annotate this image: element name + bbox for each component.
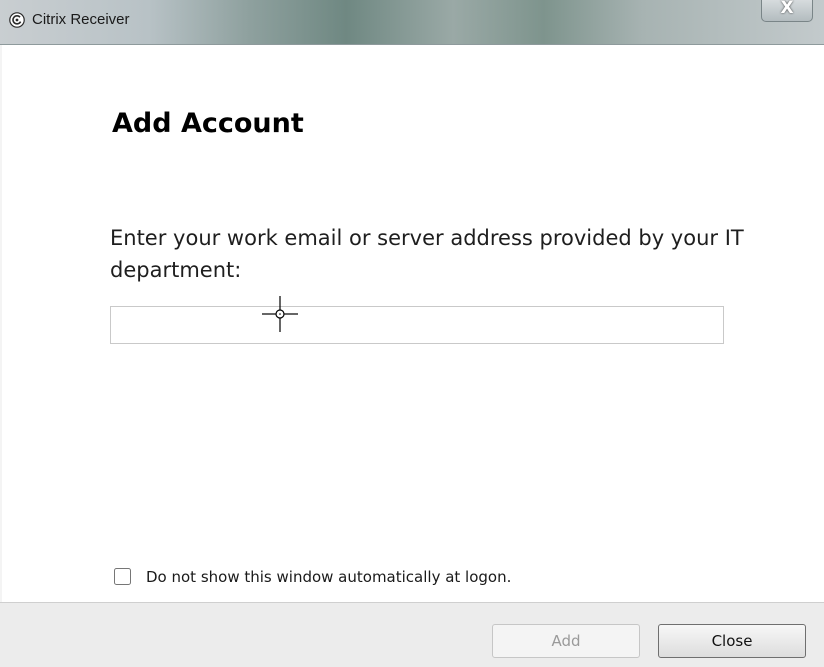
- window-edge: [0, 45, 2, 602]
- close-icon: X: [780, 0, 794, 18]
- citrix-receiver-icon: [9, 12, 25, 28]
- add-button[interactable]: Add: [492, 624, 640, 658]
- window-close-button[interactable]: X: [761, 0, 813, 22]
- address-prompt: Enter your work email or server address …: [110, 226, 744, 282]
- dialog-heading: Add Account: [112, 108, 304, 139]
- do-not-show-checkbox[interactable]: [114, 568, 131, 585]
- window-title: Citrix Receiver: [32, 11, 130, 28]
- title-bar: Citrix Receiver X: [0, 0, 824, 45]
- do-not-show-label: Do not show this window automatically at…: [146, 568, 512, 586]
- close-button[interactable]: Close: [658, 624, 806, 658]
- server-address-input[interactable]: [110, 306, 724, 344]
